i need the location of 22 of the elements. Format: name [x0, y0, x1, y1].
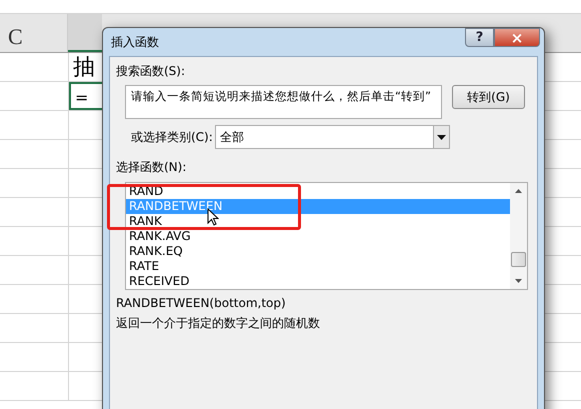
table-cell-text: 抽: [72, 53, 96, 81]
function-item[interactable]: RANK.EQ: [126, 244, 510, 259]
category-dropdown[interactable]: 全部: [215, 125, 450, 149]
cursor-icon: [207, 208, 219, 226]
scrollbar[interactable]: [510, 183, 527, 289]
search-field[interactable]: 请输入一条简短说明来描述您想做什么，然后单击“转到”: [125, 85, 442, 119]
help-button[interactable]: ?: [465, 28, 494, 47]
search-label: 搜索函数(S):: [116, 63, 186, 80]
scroll-down-icon[interactable]: [515, 279, 522, 283]
function-list-label: 选择函数(N):: [116, 159, 188, 176]
column-header[interactable]: [68, 14, 102, 52]
function-item[interactable]: RANK.AVG: [126, 229, 510, 244]
function-signature: RANDBETWEEN(bottom,top): [116, 296, 287, 310]
scroll-up-icon[interactable]: [515, 189, 522, 193]
window-title: 插入函数: [110, 34, 159, 51]
function-description: 返回一个介于指定的数字之间的随机数: [116, 315, 321, 332]
dropdown-arrow-icon: [437, 134, 446, 140]
scroll-thumb[interactable]: [511, 252, 526, 266]
function-item[interactable]: RATE: [126, 259, 510, 274]
category-label: 或选择类别(C):: [131, 128, 213, 146]
go-button[interactable]: 转到(G): [452, 85, 525, 109]
function-item[interactable]: RECEIVED: [126, 274, 510, 289]
